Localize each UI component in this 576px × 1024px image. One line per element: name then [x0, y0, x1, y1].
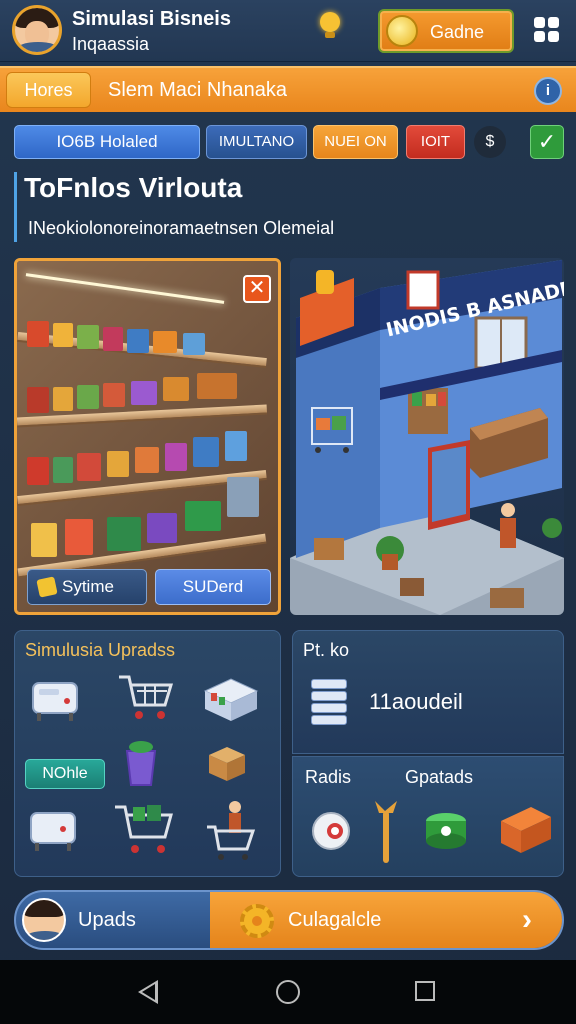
system-button[interactable]: Sytime: [27, 569, 147, 605]
product-box: [197, 373, 237, 399]
menu-grid-icon[interactable]: [534, 17, 560, 43]
product-box: [225, 431, 247, 461]
upgrades-action-label[interactable]: Upads: [78, 909, 136, 932]
product-box: [65, 519, 93, 555]
gear-icon[interactable]: [240, 904, 274, 938]
stored-button[interactable]: SUDerd: [155, 569, 271, 605]
product-box: [183, 333, 205, 355]
info-panel: Pt. ko 11aoudeil: [292, 630, 564, 754]
display-case-icon[interactable]: [201, 673, 261, 725]
app-subtitle: Inqaassia: [72, 34, 150, 54]
product-box: [185, 501, 221, 531]
wrench-icon[interactable]: [371, 797, 401, 867]
tab-home[interactable]: Hores: [6, 72, 91, 108]
player-avatar[interactable]: [22, 898, 66, 942]
filter-chip-2[interactable]: IMULTANO: [206, 125, 307, 159]
app-title: Simulasi Bisneis: [72, 8, 231, 30]
product-box: [103, 383, 125, 407]
calculate-action-label[interactable]: Culagalcle: [288, 909, 381, 932]
nohle-badge[interactable]: NOhle: [25, 759, 105, 789]
server-stack-icon: [311, 679, 349, 727]
system-icon: [36, 576, 58, 598]
tab-bar-title: Slem Maci Nhanaka: [108, 79, 287, 101]
store-panel[interactable]: INODIS B ASNADE!: [290, 258, 564, 615]
product-box: [77, 325, 99, 349]
product-box: [103, 327, 123, 351]
coin-icon: [386, 15, 418, 47]
check-button[interactable]: ✓: [530, 125, 564, 159]
shelf-panel[interactable]: ✕ Sytime SUDerd: [14, 258, 281, 615]
filter-chip-1[interactable]: IO6B Holaled: [14, 125, 200, 159]
product-box: [27, 457, 49, 485]
system-button-label: Sytime: [62, 577, 114, 596]
product-box: [31, 523, 57, 557]
dollar-icon[interactable]: $: [474, 126, 506, 158]
system-nav-bar: [0, 960, 576, 1024]
product-box: [27, 321, 49, 347]
green-cylinder-icon[interactable]: [423, 807, 469, 853]
app-header: Simulasi Bisneis Inqaassia Gadne: [0, 0, 576, 62]
tape-roll-icon[interactable]: [307, 807, 353, 853]
full-cart-icon[interactable]: [111, 799, 177, 859]
product-box: [127, 329, 149, 353]
heading-accent: [14, 172, 17, 242]
coin-button[interactable]: Gadne: [378, 9, 514, 53]
profile-avatar[interactable]: [12, 5, 62, 55]
gpatads-label: Gpatads: [405, 767, 474, 787]
trash-bin-icon[interactable]: [121, 737, 161, 789]
info-value: 11aoudeil: [369, 689, 463, 714]
product-box: [193, 437, 219, 467]
info-label: Pt. ko: [303, 640, 350, 660]
close-icon[interactable]: ✕: [243, 275, 271, 303]
lightbulb-icon[interactable]: [318, 12, 342, 40]
upgrades-title: Simulusia Upradss: [25, 640, 176, 660]
tab-bar: Hores Slem Maci Nhanaka i: [0, 66, 576, 112]
bottom-action-bar: Upads Culagalcle ›: [14, 890, 564, 950]
product-box: [135, 447, 159, 473]
back-icon[interactable]: [138, 980, 158, 1004]
info-button[interactable]: i: [534, 77, 562, 105]
box-icon[interactable]: [205, 741, 249, 785]
filter-chip-4[interactable]: IOIT: [406, 125, 465, 159]
product-box: [77, 385, 99, 409]
product-box: [53, 323, 73, 347]
chevron-right-icon[interactable]: ›: [522, 903, 532, 937]
freezer-small-icon[interactable]: [27, 803, 81, 857]
home-icon[interactable]: [276, 980, 300, 1004]
product-box: [163, 377, 189, 401]
filter-chip-3[interactable]: NUEI ON: [313, 125, 398, 159]
page-title: ToFnlos Virlouta: [24, 172, 243, 203]
radis-label: Radis: [305, 767, 352, 787]
product-box: [53, 387, 73, 411]
product-box: [27, 387, 49, 413]
freezer-icon[interactable]: [29, 675, 83, 725]
product-box: [153, 331, 177, 353]
upgrades-panel: Simulusia Upradss NOhle: [14, 630, 281, 877]
product-box: [107, 517, 141, 551]
product-box: [147, 513, 177, 543]
page-subtitle: INeokiolonoreinoramaetnsen Olemeial: [28, 218, 335, 238]
product-box: [77, 453, 101, 481]
shopper-cart-icon[interactable]: [201, 797, 261, 863]
shopping-cart-icon[interactable]: [115, 669, 175, 725]
product-box: [165, 443, 187, 471]
radis-panel: Radis Gpatads: [292, 756, 564, 877]
product-box: [227, 477, 259, 517]
recent-apps-icon[interactable]: [415, 981, 435, 1001]
product-box: [131, 381, 157, 405]
product-box: [107, 451, 129, 477]
crate-icon[interactable]: [497, 801, 553, 857]
product-box: [53, 457, 73, 483]
coin-button-label: Gadne: [430, 22, 485, 42]
